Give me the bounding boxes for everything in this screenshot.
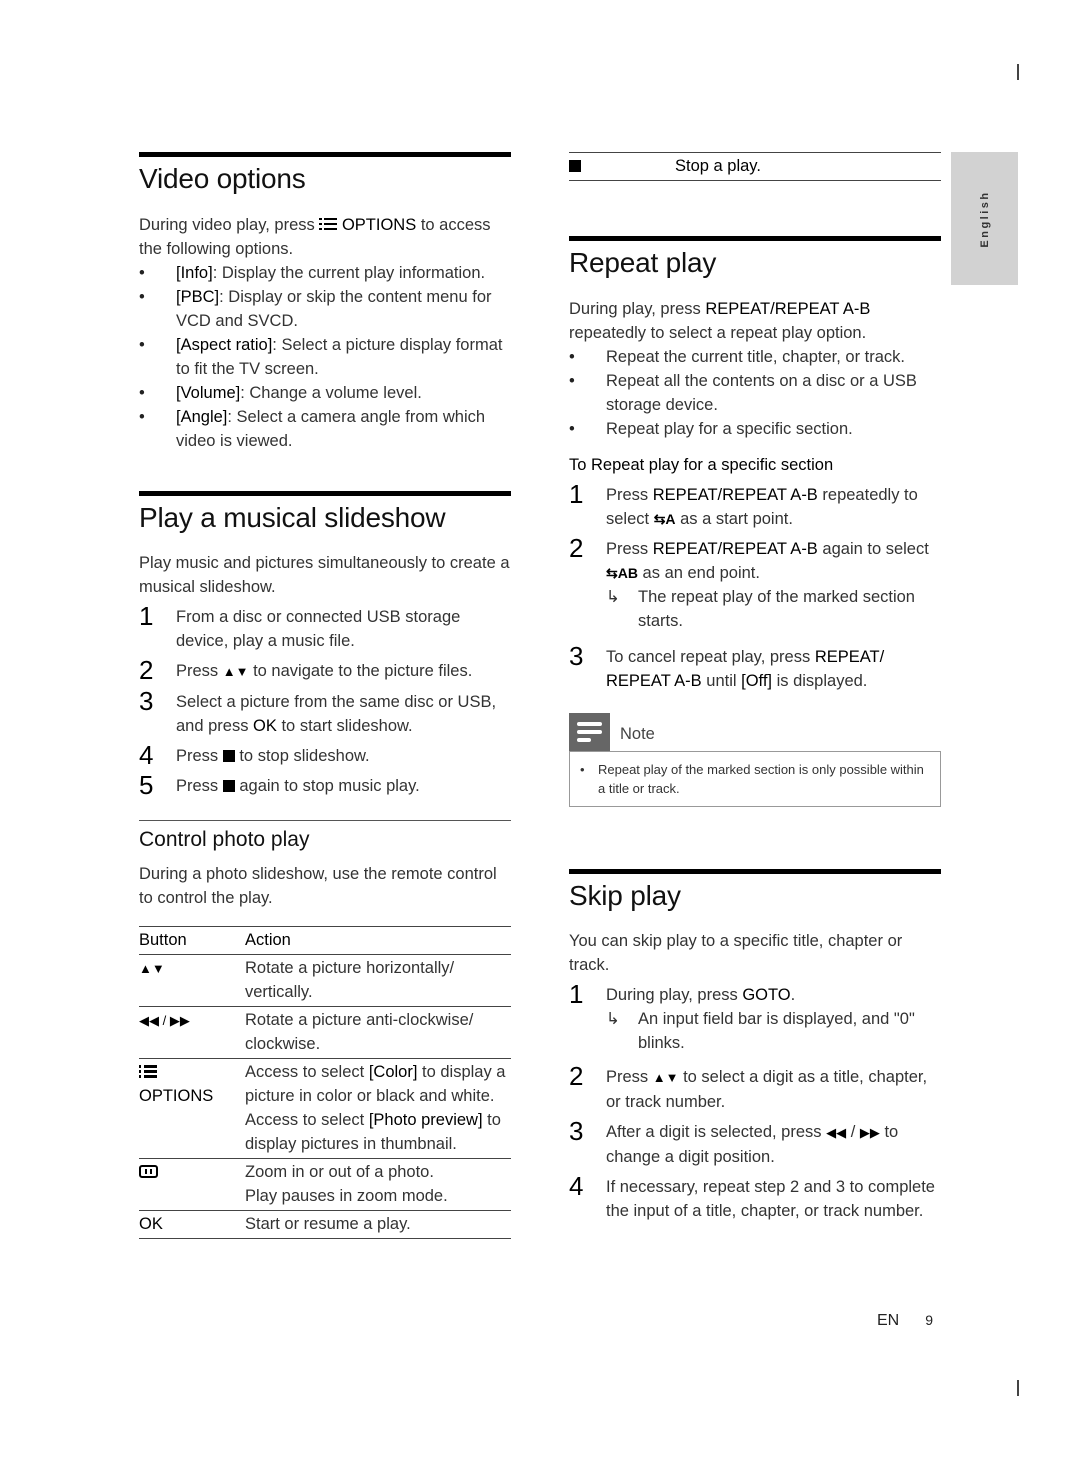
- step-result: ↳ An input field bar is displayed, and "0…: [606, 1007, 941, 1055]
- page-number: 9: [925, 1312, 934, 1328]
- section-rule: [139, 490, 511, 496]
- photo-control-title: Control photo play: [139, 828, 310, 852]
- slideshow-section: Play a musical slideshow Play music and …: [139, 490, 511, 801]
- note-text: Repeat play of the marked section is onl…: [598, 761, 924, 796]
- table-row: ◀◀ / ▶▶ Rotate a picture anti-clockwise/…: [139, 1007, 511, 1059]
- zoom-icon: [139, 1165, 158, 1179]
- up-down-arrows-icon: ▲▼: [652, 1070, 679, 1086]
- repeat-play-section: Repeat play During play, press REPEAT/RE…: [569, 236, 941, 807]
- repeat-play-intro: During play, press REPEAT/REPEAT A-B rep…: [569, 299, 871, 342]
- options-list-icon: [139, 1064, 157, 1078]
- step-item: 2 Press ▲▼ to navigate to the picture fil…: [139, 655, 473, 686]
- stop-square-icon: [569, 160, 581, 172]
- table-row: OK Start or resume a play.: [139, 1211, 511, 1239]
- video-options-section: Video options During video play, press O…: [139, 152, 511, 453]
- skip-steps: 1 During play, press GOTO. ↳ An input fiel…: [569, 980, 941, 1223]
- rewind-icon: ◀◀: [826, 1125, 847, 1141]
- action-cell: Access to select [Color] to display a pi…: [245, 1063, 506, 1154]
- options-list-icon: [319, 217, 338, 231]
- rewind-forward-icon: ◀◀ / ▶▶: [139, 1013, 190, 1029]
- step-item: 4 If necessary, repeat step 2 and 3 to co…: [569, 1171, 935, 1221]
- result-arrow-icon: ↳: [606, 587, 620, 606]
- step-item: 3 Select a picture from the same disc or …: [139, 686, 497, 736]
- header-action: Action: [245, 931, 291, 950]
- repeat-icon: ⇆: [653, 510, 666, 527]
- action-cell: Zoom in or out of a photo. Play pauses in…: [245, 1163, 448, 1206]
- up-down-arrows-icon: ▲▼: [139, 961, 165, 977]
- note-icon: [569, 712, 610, 751]
- list-item: [Angle]: Select a camera angle from whic…: [139, 405, 511, 453]
- crop-mark-bottom: [1017, 1380, 1019, 1396]
- step-item: 2 Press REPEAT/REPEAT A-B again to select…: [569, 534, 941, 633]
- footer-language: EN: [877, 1312, 900, 1329]
- list-item: [PBC]: Display or skip the content menu …: [139, 285, 511, 333]
- photo-control-section: Control photo play During a photo slides…: [139, 820, 511, 1239]
- skip-play-intro: You can skip play to a specific title, c…: [569, 932, 903, 975]
- table-row: Stop a play.: [569, 152, 941, 181]
- repeat-play-list: Repeat the current title, chapter, or tr…: [569, 345, 941, 441]
- table-header-row: Button Action: [139, 926, 511, 955]
- result-arrow-icon: ↳: [606, 1010, 620, 1029]
- repeat-steps: 1 Press REPEAT/REPEAT A-B repeatedly to s…: [569, 478, 941, 693]
- slideshow-intro: Play music and pictures simultaneously t…: [139, 554, 510, 597]
- step-item: 2 Press ▲▼ to select a digit as a title, …: [569, 1061, 928, 1112]
- table-row: ▲▼ Rotate a picture horizontally/ vertic…: [139, 955, 511, 1007]
- stop-square-icon: [222, 750, 235, 763]
- repeat-icon: ⇆: [606, 564, 618, 581]
- header-button: Button: [139, 931, 187, 950]
- repeat-subheading: To Repeat play for a specific section: [569, 455, 834, 474]
- video-options-title: Video options: [139, 163, 306, 194]
- video-options-list: [Info]: Display the current play informa…: [139, 261, 511, 453]
- step-item: 1 During play, press GOTO. ↳ An input fiel…: [569, 980, 941, 1055]
- right-column: Stop a play. Repeat play During play, pr…: [569, 152, 941, 1229]
- step-item: 3 After a digit is selected, press ◀◀ / ▶…: [569, 1116, 899, 1167]
- step-item: 1 From a disc or connected USB storage de…: [139, 601, 461, 651]
- list-item: Repeat the current title, chapter, or tr…: [569, 345, 941, 369]
- step-item: 3 To cancel repeat play, press REPEAT/ RE…: [569, 640, 885, 690]
- language-tab: English: [951, 152, 1018, 285]
- step-item: 1 Press REPEAT/REPEAT A-B repeatedly to s…: [569, 478, 918, 528]
- list-item: [Volume]: Change a volume level.: [139, 381, 511, 405]
- photo-control-intro: During a photo slideshow, use the remote…: [139, 865, 497, 908]
- stop-square-icon: [222, 780, 235, 793]
- section-rule: [569, 236, 941, 241]
- step-result: ↳ The repeat play of the marked section s…: [606, 585, 941, 633]
- table-row: Zoom in or out of a photo. Play pauses in…: [139, 1159, 511, 1211]
- page-footer: EN 9: [877, 1312, 933, 1330]
- action-cell: Start or resume a play.: [245, 1215, 411, 1234]
- up-down-arrows-icon: ▲▼: [222, 664, 249, 680]
- crop-mark-top: [1017, 64, 1019, 80]
- note-block: Note • Repeat play of the marked section…: [569, 712, 941, 807]
- repeat-play-title: Repeat play: [569, 247, 717, 278]
- step-item: 4 Press to stop slideshow.: [139, 740, 370, 771]
- slideshow-steps: 1 From a disc or connected USB storage de…: [139, 601, 511, 801]
- skip-play-title: Skip play: [569, 879, 681, 911]
- list-item: Repeat all the contents on a disc or a U…: [569, 369, 941, 417]
- list-item: Repeat play for a specific section.: [569, 417, 941, 441]
- list-item: [Info]: Display the current play informa…: [139, 261, 511, 285]
- subsection-rule: [139, 820, 511, 822]
- list-item: [Aspect ratio]: Select a picture display…: [139, 333, 511, 381]
- options-label: OPTIONS: [139, 1087, 214, 1106]
- action-cell: Rotate a picture horizontally/ verticall…: [245, 959, 455, 1002]
- action-cell: Rotate a picture anti-clockwise/ clockwi…: [245, 1011, 474, 1054]
- section-rule: [569, 868, 941, 874]
- language-tab-label: English: [978, 189, 991, 248]
- table-row: OPTIONS Access to select [Color] to disp…: [139, 1059, 511, 1159]
- button-cell: OK: [139, 1215, 163, 1234]
- slideshow-title: Play a musical slideshow: [139, 501, 446, 533]
- note-label: Note: [620, 725, 655, 744]
- left-column: Video options During video play, press O…: [139, 152, 511, 1239]
- photo-control-table: Button Action ▲▼ Rotate a picture horizo…: [139, 926, 511, 1239]
- fast-forward-icon: ▶▶: [859, 1125, 880, 1141]
- action-cell: Stop a play.: [675, 157, 761, 175]
- skip-play-section: Skip play You can skip play to a specifi…: [569, 868, 941, 1224]
- step-item: 5 Press again to stop music play.: [139, 770, 420, 801]
- photo-control-table-continued: Stop a play.: [569, 152, 941, 181]
- section-rule: [139, 152, 511, 157]
- note-content: • Repeat play of the marked section is o…: [569, 750, 941, 807]
- video-options-intro: During video play, press OPTIONS to acce…: [139, 215, 491, 258]
